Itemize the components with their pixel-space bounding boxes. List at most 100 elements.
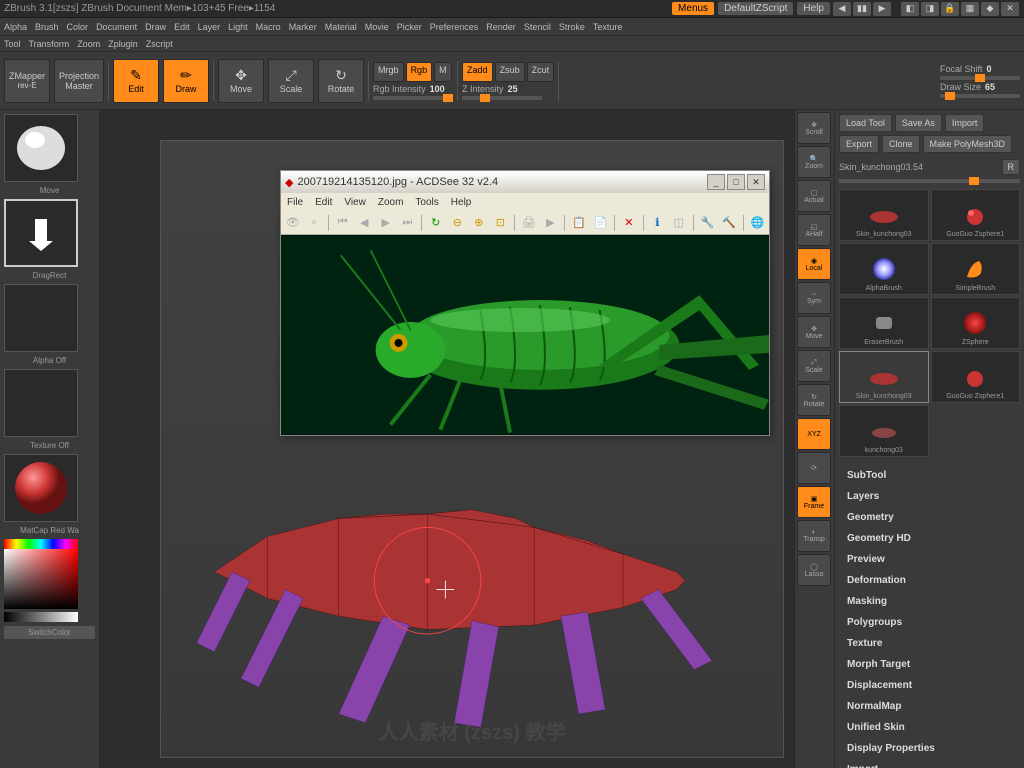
menu-transform[interactable]: Transform: [29, 39, 70, 49]
projection-master-button[interactable]: Projection Master: [54, 59, 104, 103]
menus-button[interactable]: Menus: [672, 2, 714, 15]
section-geometry-hd[interactable]: Geometry HD: [839, 528, 1020, 549]
actual-button[interactable]: ▢Actual: [797, 180, 831, 212]
tool-skin_kunchong03[interactable]: Skin_kunchong03: [839, 189, 929, 241]
dock-right-icon[interactable]: ◨: [921, 2, 939, 16]
zsub-button[interactable]: Zsub: [495, 62, 525, 82]
menu-movie[interactable]: Movie: [365, 22, 389, 32]
copy-acd-icon[interactable]: 📋: [569, 214, 589, 232]
color-picker[interactable]: [4, 539, 95, 622]
z-intensity-slider[interactable]: [462, 96, 542, 100]
palette-icon[interactable]: ▦: [961, 2, 979, 16]
color-icon[interactable]: ◆: [981, 2, 999, 16]
section-morph-target[interactable]: Morph Target: [839, 654, 1020, 675]
menu-draw[interactable]: Draw: [145, 22, 166, 32]
globe-icon[interactable]: 🌐: [748, 214, 768, 232]
m-button[interactable]: M: [434, 62, 452, 82]
tool-guoguo-zsphere1[interactable]: GuoGuo Zsphere1: [931, 189, 1021, 241]
caption-icon[interactable]: ◫: [669, 214, 689, 232]
save-as-button[interactable]: Save As: [895, 114, 942, 132]
print-acd-icon[interactable]: 🖨: [519, 214, 539, 232]
draw-size-slider[interactable]: [940, 94, 1020, 98]
acd-menu-edit[interactable]: Edit: [315, 197, 332, 208]
sym-button[interactable]: ⇔Sym: [797, 282, 831, 314]
section-polygroups[interactable]: Polygroups: [839, 612, 1020, 633]
slideshow-icon[interactable]: ▶: [541, 214, 561, 232]
section-normalmap[interactable]: NormalMap: [839, 696, 1020, 717]
menu-alpha[interactable]: Alpha: [4, 22, 27, 32]
menu-texture[interactable]: Texture: [593, 22, 623, 32]
tool-skin_kunchong03[interactable]: Skin_kunchong03: [839, 351, 929, 403]
section-displacement[interactable]: Displacement: [839, 675, 1020, 696]
menu-picker[interactable]: Picker: [397, 22, 422, 32]
acd-menu-zoom[interactable]: Zoom: [378, 197, 404, 208]
section-subtool[interactable]: SubTool: [839, 465, 1020, 486]
scroll-button[interactable]: ✥Scroll: [797, 112, 831, 144]
export-button[interactable]: Export: [839, 135, 879, 153]
zadd-button[interactable]: Zadd: [462, 62, 493, 82]
acdsee-window[interactable]: ◆ 200719214135120.jpg - ACDSee 32 v2.4 _…: [280, 170, 770, 436]
menu-zoom[interactable]: Zoom: [77, 39, 100, 49]
refresh-icon[interactable]: ↻: [426, 214, 446, 232]
switchcolor-label[interactable]: SwitchColor: [4, 626, 95, 639]
tool-alphabrush[interactable]: AlphaBrush: [839, 243, 929, 295]
tool-kunchong03[interactable]: kunchong03: [839, 405, 929, 457]
search-icon[interactable]: ⌕: [305, 214, 325, 232]
local-button[interactable]: ◉Local: [797, 248, 831, 280]
section-preview[interactable]: Preview: [839, 549, 1020, 570]
info-icon[interactable]: ℹ: [648, 214, 668, 232]
zoom-button[interactable]: 🔍Zoom: [797, 146, 831, 178]
prev-icon[interactable]: ◀: [833, 2, 851, 16]
stroke-preview[interactable]: [4, 199, 78, 267]
rotate-nav-button[interactable]: ↻Rotate: [797, 384, 831, 416]
section-texture[interactable]: Texture: [839, 633, 1020, 654]
tool-zsphere[interactable]: ZSphere: [931, 297, 1021, 349]
section-display-properties[interactable]: Display Properties: [839, 738, 1020, 759]
menu-zplugin[interactable]: Zplugin: [108, 39, 138, 49]
section-masking[interactable]: Masking: [839, 591, 1020, 612]
frame-button[interactable]: ▣Frame: [797, 486, 831, 518]
acd-menu-tools[interactable]: Tools: [415, 197, 438, 208]
zmapper-button[interactable]: ZMapper rev-E: [4, 59, 50, 103]
lock-icon[interactable]: 🔒: [941, 2, 959, 16]
first-icon[interactable]: ⏮: [333, 214, 353, 232]
section-layers[interactable]: Layers: [839, 486, 1020, 507]
help-button[interactable]: Help: [797, 2, 830, 15]
r-button[interactable]: R: [1002, 159, 1021, 175]
minimize-icon[interactable]: _: [707, 174, 725, 190]
section-deformation[interactable]: Deformation: [839, 570, 1020, 591]
move-nav-button[interactable]: ✥Move: [797, 316, 831, 348]
tool-guoguo-zsphere1[interactable]: GuoGuo Zsphere1: [931, 351, 1021, 403]
menu-layer[interactable]: Layer: [198, 22, 221, 32]
dock-left-icon[interactable]: ◧: [901, 2, 919, 16]
acd-menu-file[interactable]: File: [287, 197, 303, 208]
menu-render[interactable]: Render: [486, 22, 516, 32]
rgb-intensity-slider[interactable]: [373, 96, 453, 100]
alpha-preview[interactable]: [4, 284, 78, 352]
menu-material[interactable]: Material: [325, 22, 357, 32]
section-unified-skin[interactable]: Unified Skin: [839, 717, 1020, 738]
menu-light[interactable]: Light: [228, 22, 248, 32]
section-import[interactable]: Import: [839, 759, 1020, 768]
menu-color[interactable]: Color: [67, 22, 89, 32]
acd-menu-help[interactable]: Help: [451, 197, 472, 208]
transp-button[interactable]: ◐Transp: [797, 520, 831, 552]
menu-preferences[interactable]: Preferences: [430, 22, 479, 32]
menu-brush[interactable]: Brush: [35, 22, 59, 32]
q-button[interactable]: ⟳: [797, 452, 831, 484]
scale-nav-button[interactable]: ⤢Scale: [797, 350, 831, 382]
texture-preview[interactable]: [4, 369, 78, 437]
menu-stencil[interactable]: Stencil: [524, 22, 551, 32]
clone-button[interactable]: Clone: [882, 135, 920, 153]
menu-marker[interactable]: Marker: [289, 22, 317, 32]
material-preview[interactable]: [4, 454, 78, 522]
browse-icon[interactable]: 👁: [283, 214, 303, 232]
zcut-button[interactable]: Zcut: [527, 62, 555, 82]
next-page-icon[interactable]: ▶: [376, 214, 396, 232]
last-icon[interactable]: ⏭: [398, 214, 418, 232]
scale-button[interactable]: ⤢Scale: [268, 59, 314, 103]
lasso-button[interactable]: ◯Lasso: [797, 554, 831, 586]
next-icon[interactable]: ▶: [873, 2, 891, 16]
import-button[interactable]: Import: [945, 114, 985, 132]
make-polymesh-button[interactable]: Make PolyMesh3D: [923, 135, 1013, 153]
